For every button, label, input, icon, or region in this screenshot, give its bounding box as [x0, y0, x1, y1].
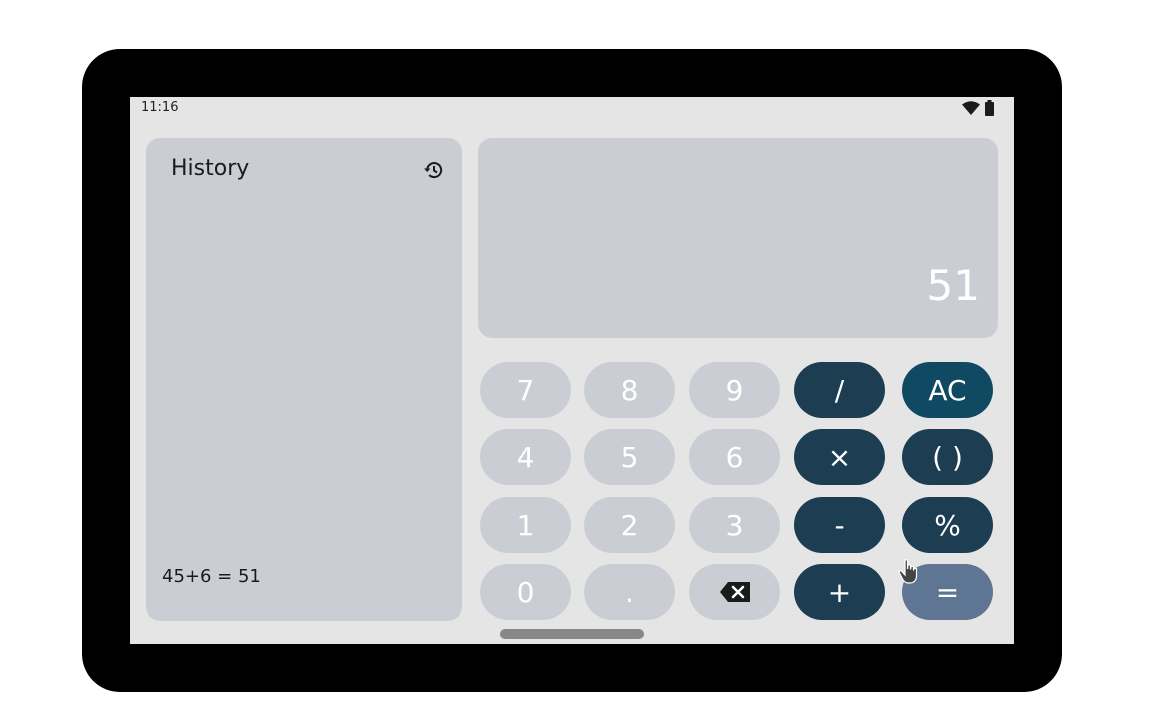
battery-icon: [985, 100, 994, 116]
navigation-handle[interactable]: [500, 629, 644, 639]
result-display: 51: [478, 138, 998, 338]
key-backspace[interactable]: [689, 564, 780, 620]
key-parentheses[interactable]: ( ): [902, 429, 993, 485]
backspace-icon: [719, 576, 750, 609]
key-5[interactable]: 5: [584, 429, 675, 485]
status-icons: [962, 99, 994, 117]
key-6[interactable]: 6: [689, 429, 780, 485]
history-entry[interactable]: 45+6 = 51: [162, 566, 261, 587]
history-icon[interactable]: [422, 158, 446, 182]
hand-cursor-icon: [898, 559, 920, 585]
history-title: History: [171, 156, 250, 181]
key-0[interactable]: 0: [480, 564, 571, 620]
key-2[interactable]: 2: [584, 497, 675, 553]
key-8[interactable]: 8: [584, 362, 675, 418]
key-7[interactable]: 7: [480, 362, 571, 418]
key-3[interactable]: 3: [689, 497, 780, 553]
tablet-screen: 11:16 History 45+6 = 51 51 7 8 9 / AC 4 …: [130, 97, 1014, 644]
key-add[interactable]: +: [794, 564, 885, 620]
key-decimal[interactable]: .: [584, 564, 675, 620]
history-panel: History 45+6 = 51: [146, 138, 462, 621]
key-percent[interactable]: %: [902, 497, 993, 553]
key-divide[interactable]: /: [794, 362, 885, 418]
key-4[interactable]: 4: [480, 429, 571, 485]
display-value: 51: [926, 261, 980, 310]
key-1[interactable]: 1: [480, 497, 571, 553]
key-9[interactable]: 9: [689, 362, 780, 418]
key-multiply[interactable]: ×: [794, 429, 885, 485]
key-subtract[interactable]: -: [794, 497, 885, 553]
key-clear[interactable]: AC: [902, 362, 993, 418]
wifi-icon: [962, 101, 980, 115]
status-time: 11:16: [141, 100, 179, 115]
